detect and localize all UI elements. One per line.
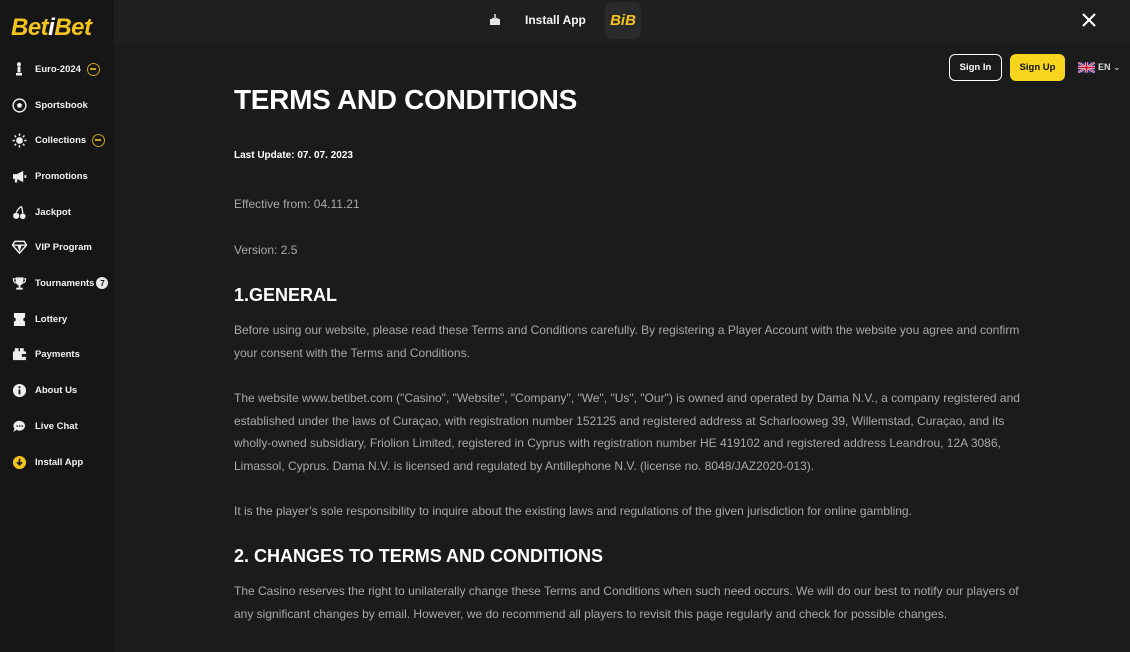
sidebar-item-payments[interactable]: Payments — [0, 340, 114, 368]
trophy-figure-icon — [11, 61, 27, 77]
version-text: Version: 2.5 — [234, 243, 298, 257]
general-paragraph-2: The website www.betibet.com ("Casino", "… — [234, 391, 1020, 473]
diamond-icon — [11, 239, 27, 255]
soccer-ball-icon — [11, 97, 27, 113]
close-icon — [1082, 13, 1096, 27]
wallet-icon — [11, 346, 27, 362]
sidebar-item-sportsbook[interactable]: Sportsbook — [0, 91, 114, 119]
sun-icon — [11, 132, 27, 148]
logo-text-bet-2: Bet — [54, 14, 92, 41]
sidebar-item-label: Install App — [35, 456, 84, 468]
close-banner-button[interactable] — [1080, 12, 1098, 30]
changes-paragraph-1: The Casino reserves the right to unilate… — [234, 584, 1019, 621]
page-title: TERMS AND CONDITIONS — [234, 84, 577, 115]
logo-text-bet: Bet — [11, 14, 49, 41]
sidebar: BetiBet Euro-2024 Sportsbook Collections… — [0, 0, 114, 652]
download-icon — [11, 454, 27, 470]
sidebar-item-euro-2024[interactable]: Euro-2024 — [0, 55, 114, 83]
app-logo: BiB — [605, 2, 641, 39]
chevron-down-icon: ⌄ — [1113, 62, 1121, 72]
sidebar-item-label: About Us — [35, 384, 78, 396]
section-heading-changes: 2. CHANGES TO TERMS AND CONDITIONS — [234, 546, 604, 566]
tournaments-count-badge: 7 — [96, 277, 109, 289]
sidebar-item-vip-program[interactable]: VIP Program — [0, 233, 114, 261]
sidebar-item-label: VIP Program — [35, 241, 92, 253]
sidebar-item-tournaments[interactable]: Tournaments 7 — [0, 269, 114, 297]
ticket-icon — [11, 311, 27, 327]
info-icon — [11, 382, 27, 398]
sidebar-item-promotions[interactable]: Promotions — [0, 162, 114, 190]
sidebar-item-label: Euro-2024 — [35, 63, 81, 75]
section-heading-general: 1.GENERAL — [234, 285, 338, 305]
sidebar-item-label: Collections — [35, 134, 87, 146]
sidebar-item-label: Lottery — [35, 313, 68, 325]
language-label: EN — [1098, 62, 1111, 72]
app-download-icon — [488, 13, 502, 27]
general-paragraph-3: It is the player’s sole responsibility t… — [234, 504, 912, 518]
promo-coin-icon — [86, 62, 100, 76]
general-paragraph-1: Before using our website, please read th… — [234, 323, 1020, 360]
promo-coin-icon — [92, 133, 106, 147]
betibet-logo[interactable]: BetiBet — [11, 14, 92, 42]
sidebar-item-collections[interactable]: Collections — [0, 126, 114, 154]
chat-icon — [11, 418, 27, 434]
cup-icon — [11, 275, 27, 291]
sidebar-item-label: Payments — [35, 348, 80, 360]
sidebar-item-about-us[interactable]: About Us — [0, 376, 114, 404]
sidebar-item-jackpot[interactable]: Jackpot — [0, 198, 114, 226]
sidebar-item-label: Tournaments — [35, 277, 95, 289]
sidebar-item-label: Jackpot — [35, 206, 71, 218]
sidebar-item-lottery[interactable]: Lottery — [0, 305, 114, 333]
install-app-link[interactable]: Install App — [525, 13, 586, 27]
sidebar-item-live-chat[interactable]: Live Chat — [0, 412, 114, 440]
language-selector[interactable]: EN ⌄ — [1078, 60, 1120, 74]
sidebar-item-install-app[interactable]: Install App — [0, 448, 114, 476]
effective-date-text: Effective from: 04.11.21 — [234, 197, 360, 211]
cherries-icon — [11, 204, 27, 220]
sidebar-item-label: Promotions — [35, 170, 88, 182]
sidebar-item-label: Sportsbook — [35, 99, 88, 111]
sign-up-button[interactable]: Sign Up — [1010, 54, 1065, 81]
uk-flag-icon — [1078, 61, 1095, 73]
megaphone-icon — [11, 168, 27, 184]
sign-in-button[interactable]: Sign In — [949, 54, 1002, 81]
sidebar-item-label: Live Chat — [35, 420, 78, 432]
last-update-text: Last Update: 07. 07. 2023 — [234, 150, 353, 161]
